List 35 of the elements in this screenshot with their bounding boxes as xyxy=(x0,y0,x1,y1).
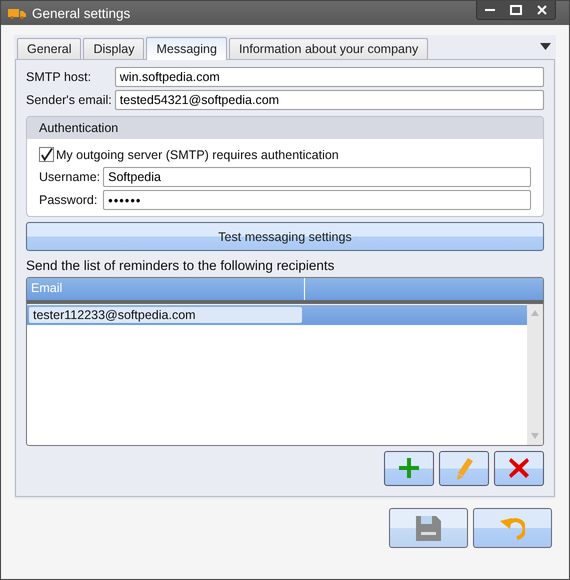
delete-button[interactable] xyxy=(494,451,544,486)
input-field[interactable]: win.softpedia.com xyxy=(114,67,544,87)
field-label: Password: xyxy=(39,193,98,207)
window-title: General settings xyxy=(32,6,132,20)
checkbox-label: My outgoing server (SMTP) requires authentication xyxy=(56,148,339,162)
tab[interactable]: Messaging xyxy=(146,37,227,60)
scroll-up-icon xyxy=(531,310,539,316)
tab[interactable]: General xyxy=(17,38,82,59)
undo-button[interactable] xyxy=(473,508,552,548)
section-label: Send the list of reminders to the following recipients xyxy=(26,258,336,273)
truck-icon xyxy=(8,8,26,18)
scroll-down-icon xyxy=(531,433,539,439)
plus-icon xyxy=(399,458,419,480)
tab[interactable]: Display xyxy=(83,38,144,59)
tab[interactable]: Information about your company xyxy=(228,38,428,59)
edit-button[interactable] xyxy=(439,451,489,486)
password-field[interactable]: •••••• xyxy=(103,190,531,210)
close-icon xyxy=(537,5,547,15)
add-button[interactable] xyxy=(384,451,434,486)
list-row[interactable]: tester112233@softpedia.com xyxy=(27,305,527,325)
table-cell: tester112233@softpedia.com xyxy=(29,307,302,323)
field-label: Username: xyxy=(39,170,100,184)
input-field[interactable]: tested54321@softpedia.com xyxy=(114,90,544,110)
maximize-icon xyxy=(510,5,522,15)
dropdown-icon xyxy=(540,43,551,50)
field-label: SMTP host: xyxy=(26,70,92,84)
input-field[interactable]: Softpedia xyxy=(103,167,531,187)
scrollbar[interactable] xyxy=(527,304,543,445)
pencil-icon xyxy=(454,458,474,480)
cross-icon xyxy=(509,458,529,480)
test-button[interactable]: Test messaging settings xyxy=(26,222,544,251)
undo-arrow-icon xyxy=(500,516,525,540)
group-title: Authentication xyxy=(39,121,118,135)
checkbox[interactable] xyxy=(39,147,54,162)
field-label: Sender's email: xyxy=(26,93,112,107)
